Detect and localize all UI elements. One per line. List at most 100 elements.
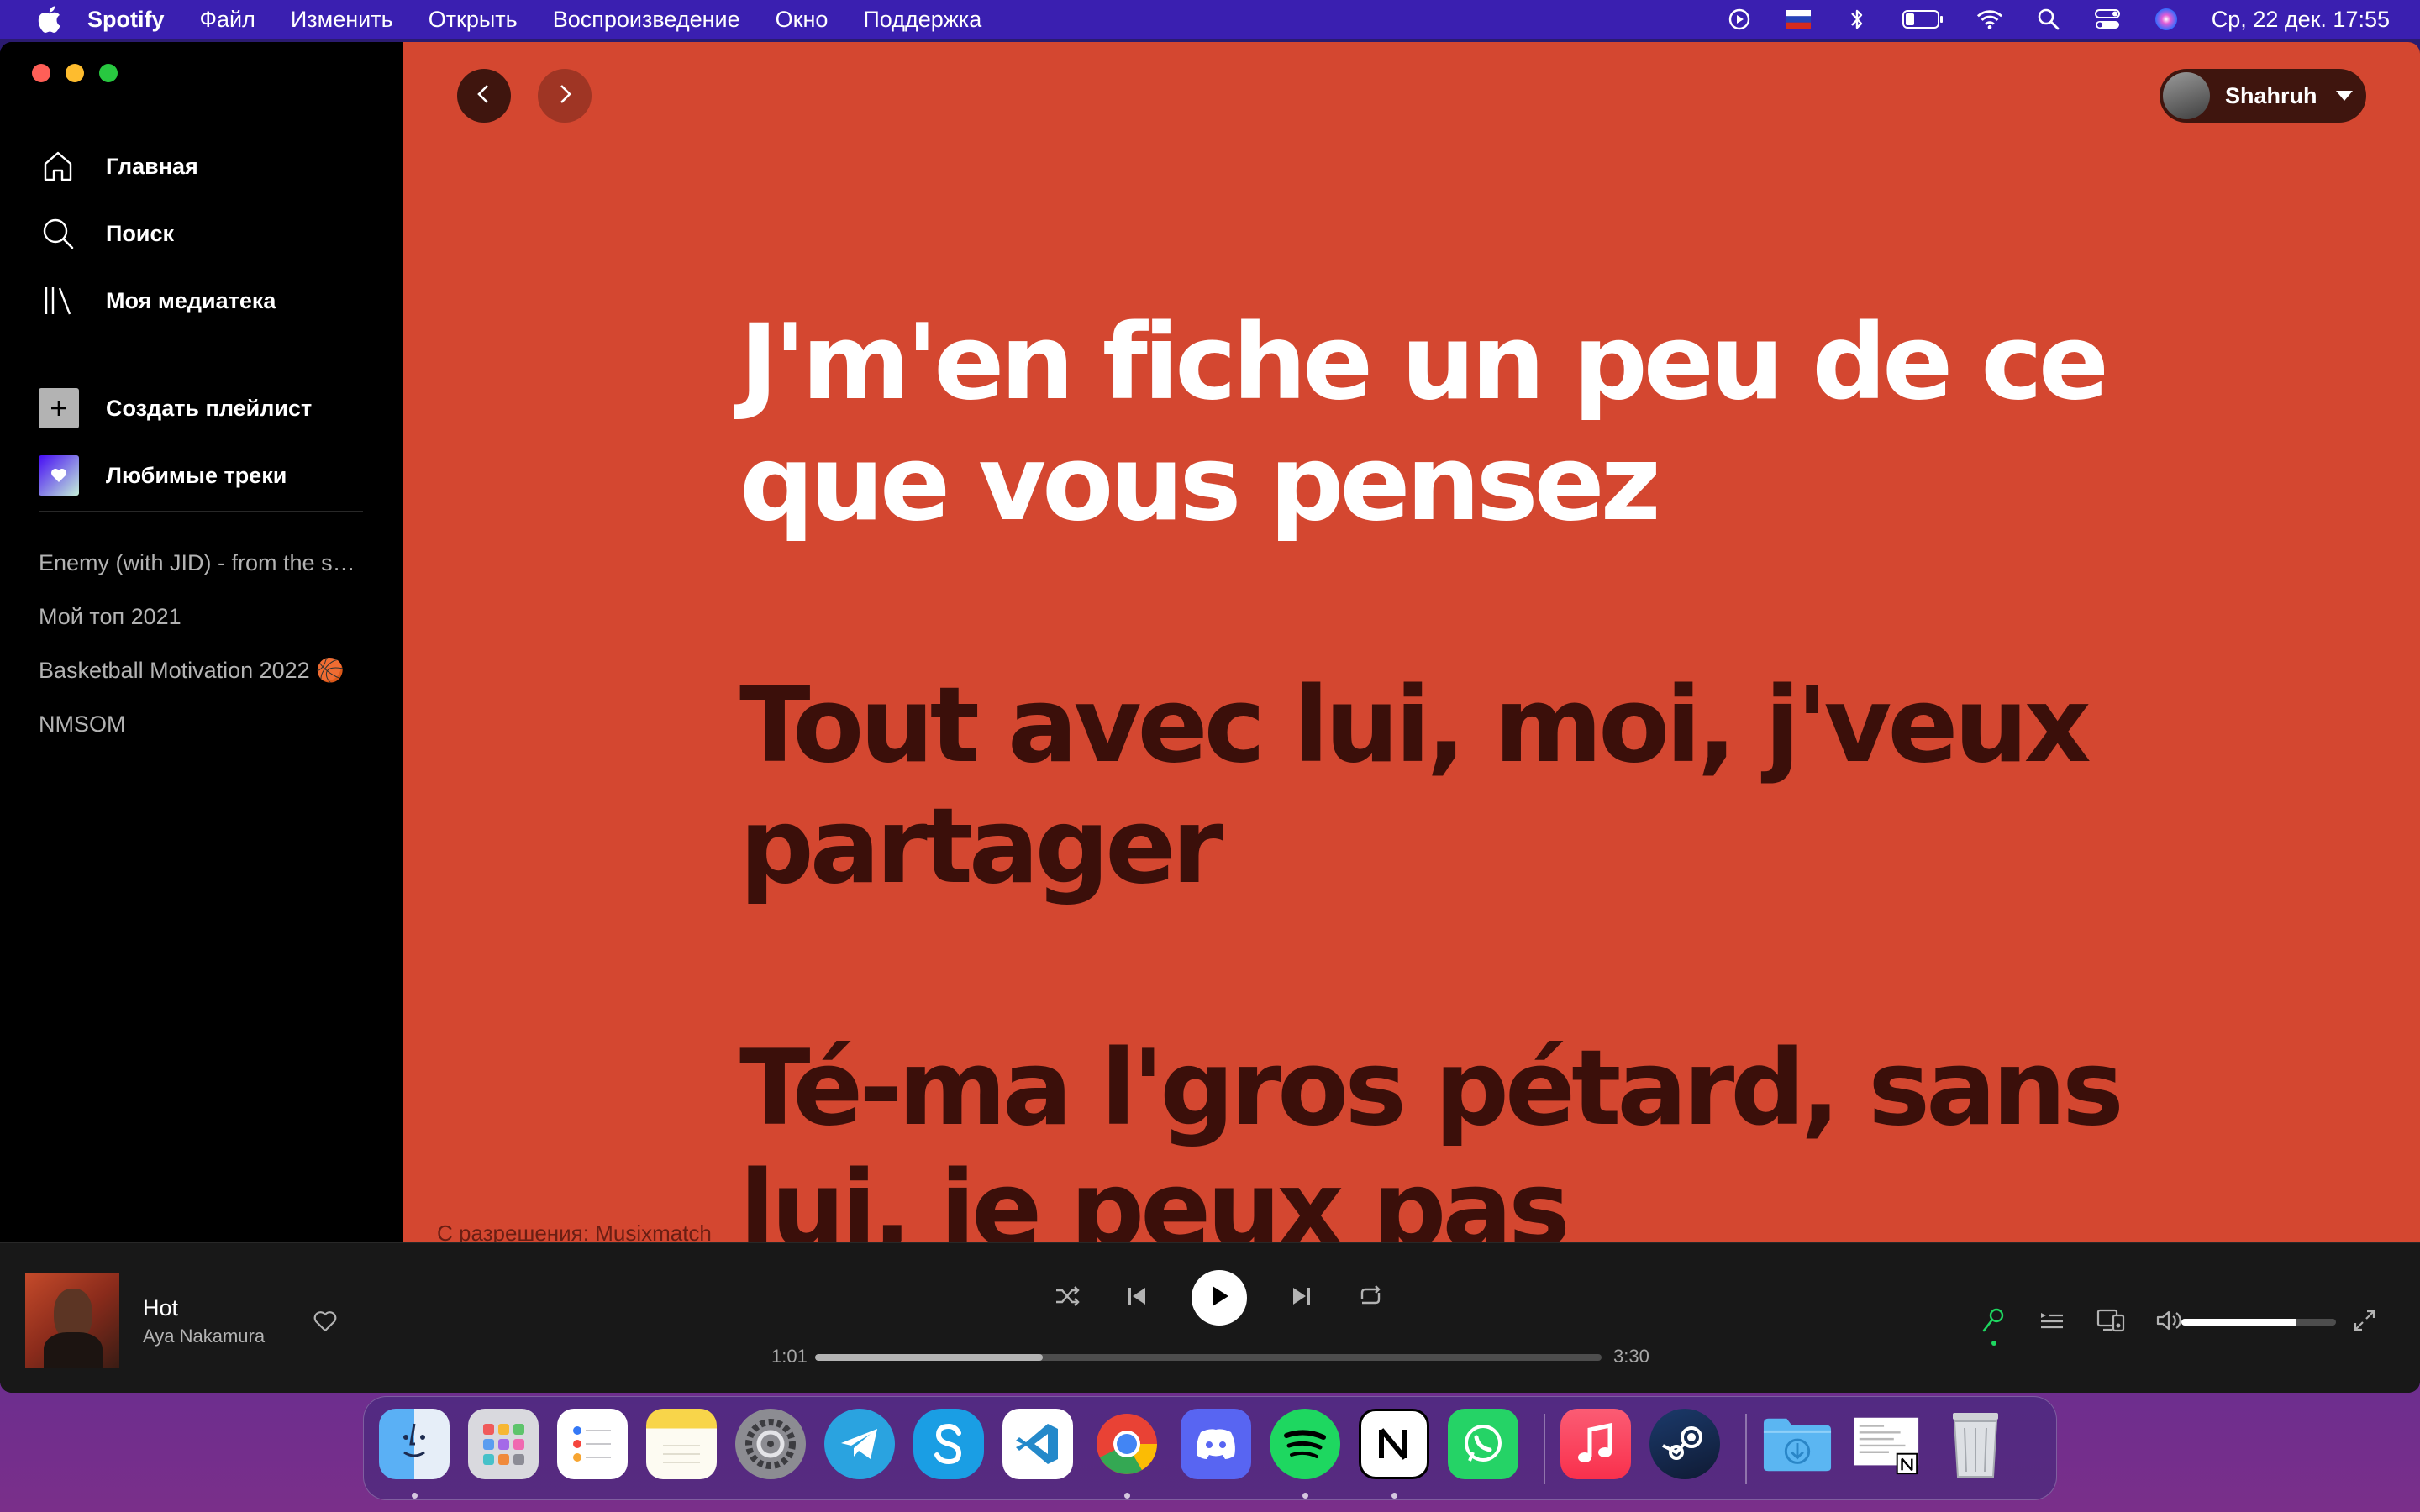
playlist-list: Enemy (with JID) - from the series Arcan… xyxy=(39,536,366,751)
menu-window[interactable]: Окно xyxy=(776,7,829,33)
dock-vscode-icon[interactable] xyxy=(1002,1409,1073,1479)
sidebar-item-library[interactable]: Моя медиатека xyxy=(39,267,375,334)
skip-forward-icon xyxy=(1291,1285,1313,1311)
window-controls xyxy=(32,64,118,82)
next-button[interactable] xyxy=(1287,1284,1316,1312)
menu-playback[interactable]: Воспроизведение xyxy=(553,7,740,33)
lyric-line[interactable]: Tout avec lui, moi, j'veux partager xyxy=(739,665,2168,907)
dock-notes-icon[interactable] xyxy=(646,1409,717,1479)
dock-launchpad-icon[interactable] xyxy=(468,1409,539,1479)
sidebar-item-home[interactable]: Главная xyxy=(39,133,375,200)
sidebar-nav: Главная Поиск Моя медиатека Создать плей xyxy=(39,133,375,509)
control-center-icon[interactable] xyxy=(2094,6,2121,33)
volume-icon xyxy=(2155,1309,2184,1336)
user-menu-button[interactable]: Shahruh xyxy=(2160,69,2366,123)
apple-icon[interactable] xyxy=(32,3,66,36)
cover-art-body xyxy=(44,1332,103,1368)
close-window-button[interactable] xyxy=(32,64,50,82)
track-artist[interactable]: Aya Nakamura xyxy=(143,1326,265,1347)
play-button[interactable] xyxy=(1192,1270,1247,1326)
running-indicator xyxy=(412,1493,418,1499)
track-title[interactable]: Hot xyxy=(143,1295,178,1321)
dock-downloads-folder-icon[interactable] xyxy=(1762,1409,1833,1479)
repeat-button[interactable] xyxy=(1356,1284,1385,1312)
zoom-window-button[interactable] xyxy=(99,64,118,82)
running-indicator xyxy=(1392,1493,1397,1499)
lyrics-lines: J'm'en fiche un peu de ce que vous pense… xyxy=(739,302,2168,1242)
elapsed-time: 1:01 xyxy=(771,1346,808,1367)
chevron-right-icon xyxy=(554,83,576,109)
dock-separator xyxy=(1544,1414,1545,1484)
caret-down-icon xyxy=(2335,91,2353,101)
liked-songs-label: Любимые треки xyxy=(106,462,287,488)
lyrics-credit: С разрешения: Musixmatch xyxy=(437,1221,712,1242)
dock-trash-icon[interactable] xyxy=(1940,1409,2011,1479)
dock-system-preferences-icon[interactable] xyxy=(735,1409,806,1479)
lyric-line-current[interactable]: J'm'en fiche un peu de ce que vous pense… xyxy=(739,302,2168,544)
playback-controls xyxy=(1054,1270,1385,1326)
spotlight-search-icon[interactable] xyxy=(2035,6,2062,33)
previous-button[interactable] xyxy=(1123,1284,1151,1312)
avatar xyxy=(2163,72,2210,119)
dock-steam-icon[interactable] xyxy=(1649,1409,1720,1479)
shuffle-button[interactable] xyxy=(1054,1284,1082,1312)
menu-file[interactable]: Файл xyxy=(200,7,255,33)
menu-bar: Spotify Файл Изменить Открыть Воспроизве… xyxy=(0,0,2420,39)
dock-finder-icon[interactable] xyxy=(379,1409,450,1479)
dock-skype-icon[interactable] xyxy=(913,1409,984,1479)
create-playlist-label: Создать плейлист xyxy=(106,395,313,421)
library-icon xyxy=(39,281,77,320)
dock-recent-document-icon[interactable] xyxy=(1851,1409,1922,1479)
menu-open[interactable]: Открыть xyxy=(429,7,518,33)
play-circle-icon[interactable] xyxy=(1726,6,1753,33)
minimize-window-button[interactable] xyxy=(66,64,84,82)
playlist-item[interactable]: Enemy (with JID) - from the series Arcan… xyxy=(39,536,366,590)
volume-slider[interactable] xyxy=(2181,1319,2336,1326)
dock-notion-icon[interactable] xyxy=(1359,1409,1429,1479)
dock-music-icon[interactable] xyxy=(1560,1409,1631,1479)
spotify-window: Главная Поиск Моя медиатека Создать плей xyxy=(0,42,2420,1393)
dock-chrome-icon[interactable] xyxy=(1092,1409,1162,1479)
queue-icon xyxy=(2039,1310,2065,1336)
lyrics-button[interactable] xyxy=(1978,1307,2008,1346)
battery-icon[interactable] xyxy=(1902,6,1944,33)
home-icon xyxy=(39,147,77,186)
queue-button[interactable] xyxy=(2037,1307,2067,1337)
sidebar-divider xyxy=(39,511,363,512)
album-cover[interactable] xyxy=(25,1273,119,1368)
menu-edit[interactable]: Изменить xyxy=(291,7,393,33)
mute-button[interactable] xyxy=(2154,1307,2185,1337)
wifi-icon[interactable] xyxy=(1976,6,2003,33)
forward-button[interactable] xyxy=(538,69,592,123)
like-button[interactable] xyxy=(311,1309,339,1337)
connect-device-button[interactable] xyxy=(2096,1307,2126,1337)
menu-help[interactable]: Поддержка xyxy=(863,7,981,33)
progress-bar[interactable] xyxy=(815,1354,1602,1361)
menubar-clock[interactable]: Ср, 22 дек. 17:55 xyxy=(2212,7,2390,33)
lyric-line[interactable]: Té-ma l'gros pétard, sans lui, je peux p… xyxy=(739,1028,2168,1242)
total-time: 3:30 xyxy=(1613,1346,1649,1367)
shuffle-icon xyxy=(1055,1284,1081,1312)
active-indicator xyxy=(1991,1341,1996,1346)
back-button[interactable] xyxy=(457,69,511,123)
history-nav xyxy=(457,69,592,123)
bluetooth-icon[interactable] xyxy=(1844,6,1870,33)
dock-telegram-icon[interactable] xyxy=(824,1409,895,1479)
fullscreen-button[interactable] xyxy=(2349,1307,2380,1337)
liked-songs-button[interactable]: Любимые треки xyxy=(39,442,375,509)
playlist-item[interactable]: NMSOM xyxy=(39,697,366,751)
dock-spotify-icon[interactable] xyxy=(1270,1409,1340,1479)
heart-icon xyxy=(39,455,79,496)
dock-reminders-icon[interactable] xyxy=(557,1409,628,1479)
create-playlist-button[interactable]: Создать плейлист xyxy=(39,375,375,442)
menu-app-name[interactable]: Spotify xyxy=(87,7,165,33)
dock-discord-icon[interactable] xyxy=(1181,1409,1251,1479)
repeat-icon xyxy=(1357,1284,1384,1312)
sidebar: Главная Поиск Моя медиатека Создать плей xyxy=(0,42,403,1242)
playlist-item[interactable]: Basketball Motivation 2022 🏀 xyxy=(39,643,366,697)
dock-whatsapp-icon[interactable] xyxy=(1448,1409,1518,1479)
playlist-item[interactable]: Мой топ 2021 xyxy=(39,590,366,643)
russian-flag-icon[interactable] xyxy=(1785,6,1812,33)
siri-icon[interactable] xyxy=(2153,6,2180,33)
sidebar-item-search[interactable]: Поиск xyxy=(39,200,375,267)
